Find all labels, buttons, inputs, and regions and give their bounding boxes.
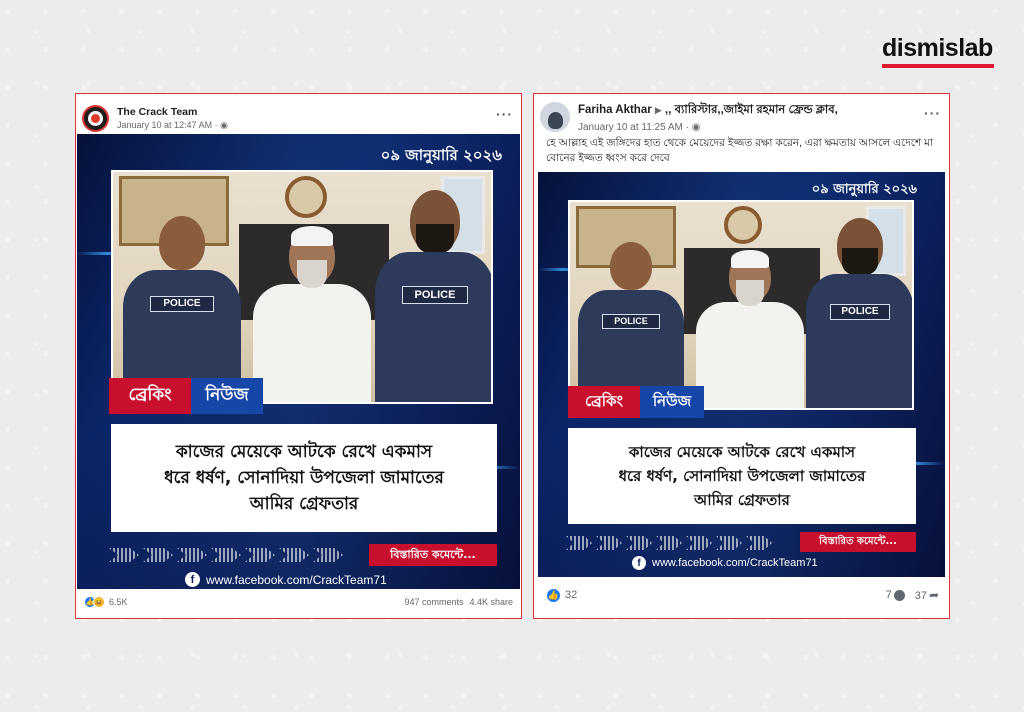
- arrest-photo: POLICE POLICE: [568, 200, 914, 410]
- headline-line: আমির গ্রেফতার: [694, 491, 790, 509]
- headline-line: কাজের মেয়েকে আটকে রেখে একমাস: [175, 442, 433, 462]
- post-footer: 👍 😆 6.5K 947 comments 4.4K share: [76, 589, 521, 615]
- avatar[interactable]: [82, 104, 109, 132]
- tag-breaking: ব্রেকিং: [109, 378, 191, 414]
- decorative-chevrons: [109, 548, 343, 562]
- arrest-photo: POLICE POLICE: [111, 170, 493, 404]
- share-count[interactable]: 4.4K share: [469, 597, 513, 607]
- author-name[interactable]: The Crack Team: [117, 106, 496, 118]
- post-footer: 👍 32 7 37 ➦: [534, 577, 949, 613]
- reaction-count[interactable]: 32: [565, 589, 577, 601]
- globe-icon: ◉: [691, 122, 701, 133]
- breaking-news-tag: ব্রেকিং নিউজ: [109, 378, 263, 414]
- haha-icon: 😆: [93, 596, 105, 608]
- post-timestamp[interactable]: January 10 at 11:25 AM · ◉: [578, 122, 924, 133]
- headline-line: কাজের মেয়েকে আটকে রেখে একমাস: [628, 443, 856, 461]
- police-officer-left: POLICE: [123, 216, 241, 402]
- police-officer-right: POLICE: [375, 190, 491, 402]
- globe-icon: ◉: [220, 119, 228, 130]
- police-officer-right: POLICE: [806, 218, 912, 408]
- card-date: ০৯ জানুয়ারি ২০২৬: [380, 146, 502, 164]
- group-name[interactable]: ,, ব্যারিস্টার,,জাইমা রহমান ফ্রেন্ড ক্লা…: [665, 104, 838, 116]
- comment-count-group[interactable]: 7: [886, 589, 905, 601]
- card-website: f www.facebook.com/CrackTeam71: [185, 572, 387, 587]
- website-text: www.facebook.com/CrackTeam71: [652, 557, 818, 569]
- news-card-image[interactable]: ০৯ জানুয়ারি ২০২৬ POLICE POLICE ব্রেকিং …: [77, 134, 520, 589]
- headline-line: আমির গ্রেফতার: [249, 494, 359, 514]
- arrow-icon: ▶: [654, 105, 662, 115]
- breaking-news-tag: ব্রেকিং নিউজ: [568, 386, 704, 418]
- post-header: Fariha Akthar ▶ ,, ব্যারিস্টার,,জাইমা রহ…: [534, 94, 949, 134]
- details-in-comments-badge: বিস্তারিত কমেন্টে...: [800, 532, 916, 552]
- card-website: f www.facebook.com/CrackTeam71: [632, 556, 818, 570]
- facebook-post-crack-team: The Crack Team January 10 at 12:47 AM · …: [75, 93, 522, 619]
- author-name[interactable]: Fariha Akthar: [578, 104, 652, 116]
- post-timestamp[interactable]: January 10 at 12:47 AM · ◉: [117, 120, 496, 131]
- details-in-comments-badge: বিস্তারিত কমেন্টে...: [369, 544, 497, 566]
- post-header: The Crack Team January 10 at 12:47 AM · …: [76, 94, 521, 134]
- headline-line: ধরে ধর্ষণ, সোনাদিয়া উপজেলা জামাতের: [618, 467, 866, 485]
- tag-breaking: ব্রেকিং: [568, 386, 640, 418]
- author-line: Fariha Akthar ▶ ,, ব্যারিস্টার,,জাইমা রহ…: [578, 101, 924, 120]
- avatar[interactable]: [540, 102, 570, 132]
- dismislab-logo: dismislab: [882, 34, 994, 68]
- logo-underline: [882, 64, 994, 68]
- reaction-count[interactable]: 6.5K: [109, 597, 128, 607]
- wall-clock: [285, 176, 327, 218]
- tag-news: নিউজ: [640, 386, 704, 418]
- facebook-icon: f: [632, 556, 646, 570]
- like-icon: 👍: [546, 587, 561, 603]
- wall-clock: [724, 206, 762, 244]
- website-text: www.facebook.com/CrackTeam71: [206, 572, 387, 587]
- arrested-man: [696, 250, 804, 408]
- news-card-image[interactable]: ০৯ জানুয়ারি ২০২৬ POLICE POLICE ব্রেকিং …: [538, 172, 945, 577]
- comment-count[interactable]: 947 comments: [404, 597, 463, 607]
- headline-box: কাজের মেয়েকে আটকে রেখে একমাস ধরে ধর্ষণ,…: [568, 428, 916, 524]
- card-date: ০৯ জানুয়ারি ২০২৬: [811, 182, 917, 197]
- police-officer-left: POLICE: [578, 242, 684, 408]
- share-icon: ➦: [928, 588, 939, 602]
- share-count-group[interactable]: 37 ➦: [915, 588, 939, 602]
- tag-news: নিউজ: [191, 378, 263, 414]
- comment-icon: [893, 589, 905, 601]
- more-options-icon[interactable]: ···: [924, 105, 941, 121]
- headline-line: ধরে ধর্ষণ, সোনাদিয়া উপজেলা জামাতের: [164, 468, 444, 488]
- more-options-icon[interactable]: ···: [496, 106, 513, 122]
- arrested-man: [253, 226, 371, 402]
- facebook-post-fariha-akthar: Fariha Akthar ▶ ,, ব্যারিস্টার,,জাইমা রহ…: [533, 93, 950, 619]
- reaction-icons[interactable]: 👍: [546, 587, 561, 603]
- facebook-icon: f: [185, 572, 200, 587]
- reaction-icons[interactable]: 👍 😆: [84, 596, 105, 608]
- headline-box: কাজের মেয়েকে আটকে রেখে একমাস ধরে ধর্ষণ,…: [111, 424, 497, 532]
- post-caption: হে আল্লাহ এই জঙ্গিদের হাত থেকে মেয়েদের …: [546, 137, 934, 164]
- logo-text: dismislab: [882, 34, 993, 62]
- decorative-chevrons: [566, 536, 772, 550]
